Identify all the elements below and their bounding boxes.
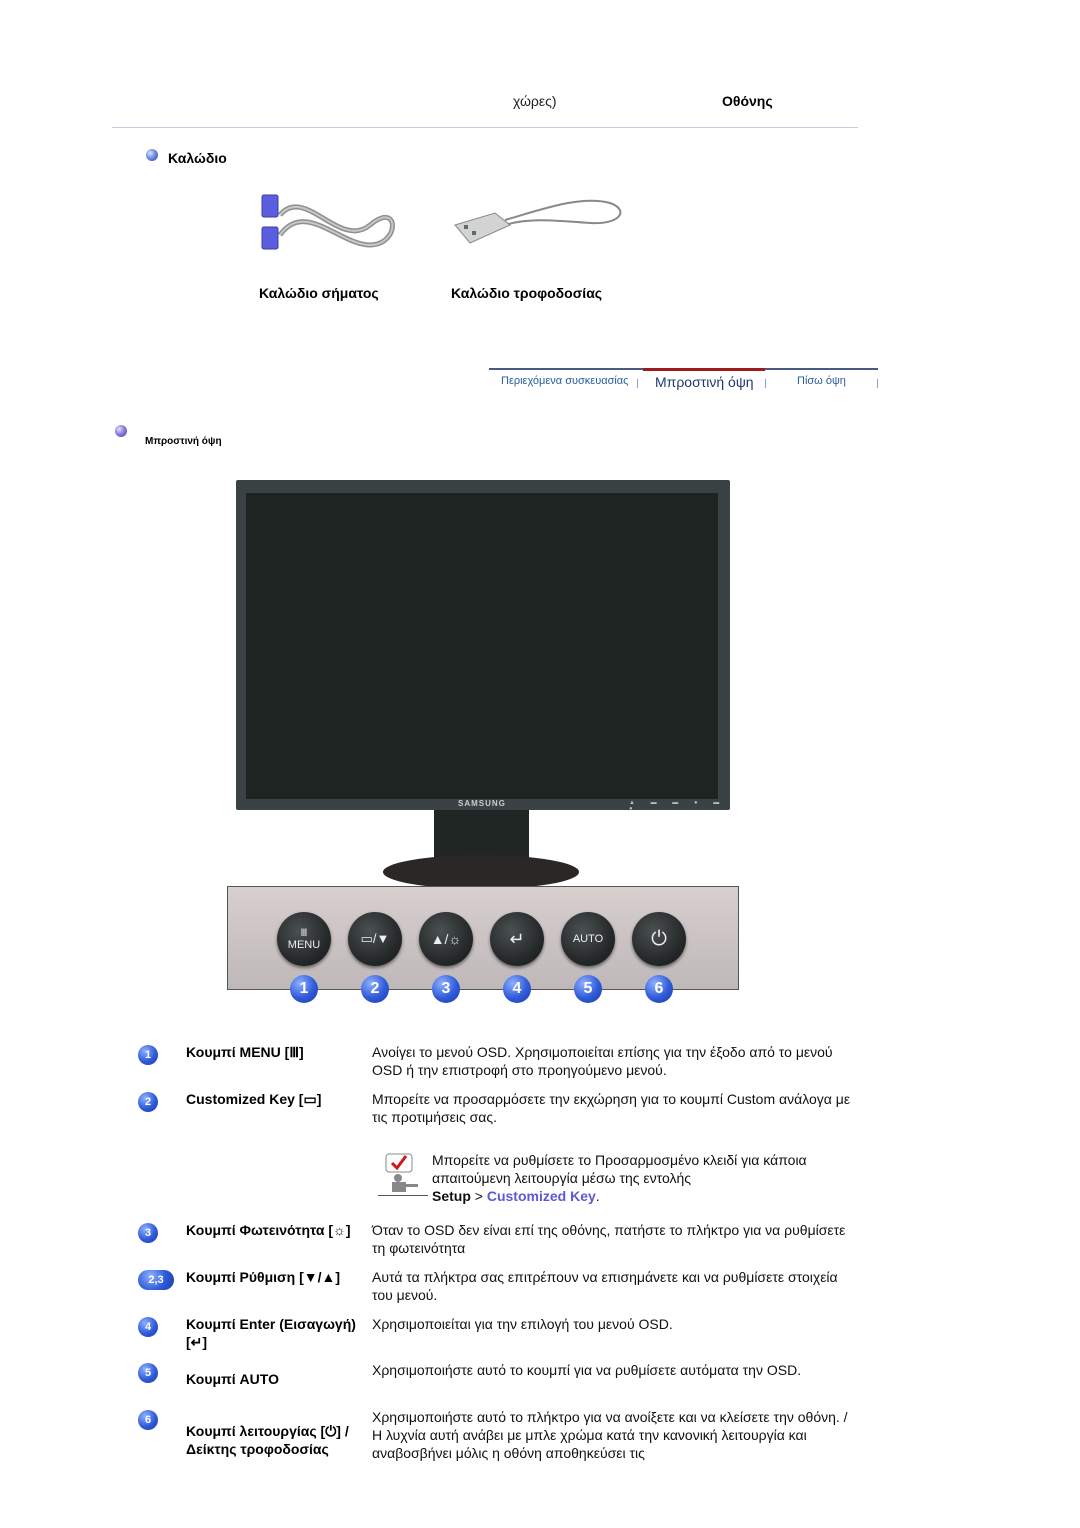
hw-customized-down-button[interactable]: ▭/▼	[348, 912, 402, 966]
desc-badge-1: 1	[138, 1045, 158, 1065]
note-underline	[378, 1195, 428, 1196]
section-title-cable: Καλώδιο	[168, 150, 227, 166]
hw-enter-button[interactable]: ↵	[490, 912, 544, 966]
tab-bar: Περιεχόμενα συσκευασίας Μπροστινή όψη Πί…	[489, 368, 878, 398]
desc-text-brightness: Όταν το OSD δεν είναι επί της οθόνης, πα…	[372, 1222, 846, 1256]
up-brightness-icon: ▲/☼	[430, 931, 462, 947]
desc-text-power-line1: Χρησιμοποιήστε αυτό το πλήκτρο για να αν…	[372, 1409, 848, 1425]
auto-icon: AUTO	[572, 933, 604, 945]
tab-package-contents[interactable]: Περιεχόμενα συσκευασίας	[501, 375, 628, 387]
note-setup-label: Setup	[432, 1188, 471, 1204]
number-badge-2: 2	[361, 975, 389, 1003]
hw-auto-button[interactable]: AUTO	[561, 912, 615, 966]
hw-power-button[interactable]: ⏻	[632, 912, 686, 966]
desc-text-auto: Χρησιμοποιήστε αυτό το κουμπί για να ρυθ…	[372, 1362, 802, 1378]
desc-badge-4: 4	[138, 1317, 158, 1337]
tab-separator	[765, 379, 766, 388]
cable-label-signal: Καλώδιο σήματος	[259, 285, 379, 301]
desc-badge-2-3: 2,3	[138, 1270, 174, 1290]
divider	[112, 127, 858, 128]
monitor-image: SAMSUNG ▲ ▬ ▬ ● ▬ ●	[236, 480, 730, 812]
note-text: Μπορείτε να ρυθμίσετε το Προσαρμοσμένο κ…	[432, 1151, 852, 1205]
section-bullet-icon	[146, 149, 158, 161]
monitor-brand-logo: SAMSUNG	[458, 799, 506, 808]
section-bullet-icon	[115, 425, 127, 437]
note-end: .	[595, 1188, 600, 1204]
desc-text-adjust: Αυτά τα πλήκτρα σας επιτρέπουν να επισημ…	[372, 1269, 838, 1303]
section-title-front-view: Μπροστινή όψη	[145, 436, 222, 447]
menu-icon: Ⅲ	[300, 927, 308, 939]
desc-badge-3: 3	[138, 1223, 158, 1243]
desc-text-power: Χρησιμοποιήστε αυτό το πλήκτρο για να αν…	[372, 1408, 857, 1462]
number-badge-5: 5	[574, 975, 602, 1003]
desc-label-brightness: Κουμπί Φωτεινότητα [☼]	[186, 1222, 351, 1238]
header-left-text: χώρες)	[513, 93, 557, 109]
tab-separator	[637, 379, 638, 388]
hw-up-brightness-button[interactable]: ▲/☼	[419, 912, 473, 966]
power-icon: ⏻	[651, 927, 667, 950]
desc-label-power: Κουμπί λειτουργίας [⏻] / Δείκτης τροφοδο…	[186, 1423, 349, 1457]
monitor-screen	[246, 493, 718, 799]
monitor-bezel-buttons: ▲ ▬ ▬ ● ▬ ●	[629, 800, 727, 812]
desc-text-menu: Ανοίγει το μενού OSD. Χρησιμοποιείται επ…	[372, 1044, 833, 1078]
desc-badge-2: 2	[138, 1092, 158, 1112]
customized-key-down-icon: ▭/▼	[360, 931, 390, 946]
note-body: Μπορείτε να ρυθμίσετε το Προσαρμοσμένο κ…	[432, 1152, 807, 1186]
power-cable-icon	[454, 199, 622, 244]
tab-front-view[interactable]: Μπροστινή όψη	[655, 374, 754, 390]
desc-text-power-line2: Η λυχνία αυτή ανάβει με μπλε χρώμα κατά …	[372, 1427, 807, 1461]
desc-label-enter: Κουμπί Enter (Εισαγωγή)[↵]	[186, 1316, 356, 1350]
customized-key-link[interactable]: Customized Key	[487, 1188, 596, 1204]
tab-separator	[877, 379, 878, 388]
tab-back-view[interactable]: Πίσω όψη	[797, 375, 846, 387]
desc-badge-5: 5	[138, 1363, 158, 1383]
monitor-stand-base	[383, 855, 579, 889]
note-separator: >	[474, 1188, 483, 1204]
note-checkmark-icon	[385, 1153, 418, 1192]
desc-label-menu: Κουμπί MENU [Ⅲ]	[186, 1044, 304, 1060]
signal-cable-icon	[261, 194, 395, 250]
desc-text-customized-key: Μπορείτε να προσαρμόσετε την εκχώρηση γι…	[372, 1091, 851, 1125]
number-badge-1: 1	[290, 975, 318, 1003]
hw-menu-button[interactable]: Ⅲ MENU	[277, 912, 331, 966]
number-badge-3: 3	[432, 975, 460, 1003]
tab-active-indicator	[643, 368, 765, 371]
cable-label-power: Καλώδιο τροφοδοσίας	[451, 285, 603, 301]
number-badge-4: 4	[503, 975, 531, 1003]
hw-menu-label: MENU	[287, 938, 321, 951]
enter-icon: ↵	[509, 928, 525, 949]
number-badge-6: 6	[645, 975, 673, 1003]
desc-text-enter: Χρησιμοποιείται για την επιλογή του μενο…	[372, 1316, 673, 1332]
desc-badge-6: 6	[138, 1410, 158, 1430]
desc-label-auto: Κουμπί AUTO	[186, 1371, 279, 1387]
desc-label-adjust: Κουμπί Ρύθμιση [▼/▲]	[186, 1269, 341, 1285]
desc-label-customized-key: Customized Key [▭]	[186, 1091, 322, 1107]
header-right-text: Οθόνης	[722, 93, 773, 109]
